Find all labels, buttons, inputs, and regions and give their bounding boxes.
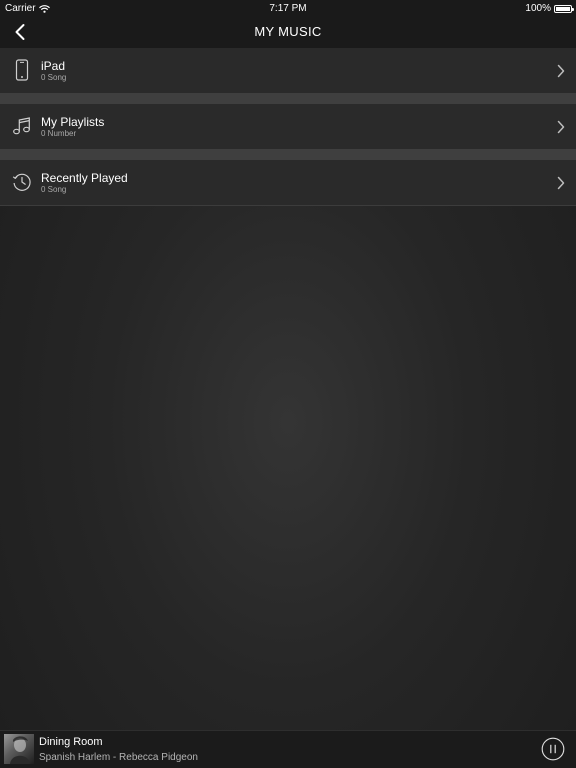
clock-icon [10,170,34,194]
now-playing-bar[interactable]: Dining Room Spanish Harlem - Rebecca Pid… [0,730,576,768]
navigation-bar: MY MUSIC [0,16,576,48]
list-item-recently-played[interactable]: Recently Played 0 Song [0,160,576,206]
list-item-subtitle: 0 Song [41,73,67,82]
battery-percent: 100% [525,3,551,14]
status-bar: Carrier 7:17 PM 100% [0,0,576,16]
pause-button[interactable] [541,737,565,761]
music-source-list: iPad 0 Song My Playlists 0 Number Recent… [0,48,576,206]
list-item-title: iPad [41,59,66,73]
page-title: MY MUSIC [254,24,322,39]
tablet-icon [10,58,34,82]
chevron-right-icon [557,120,565,134]
pause-icon [541,737,565,761]
section-separator [0,149,576,160]
list-item-subtitle: 0 Song [41,185,67,194]
status-battery: 100% [525,3,574,14]
list-item-title: My Playlists [41,115,105,129]
app-screen: Carrier 7:17 PM 100% MY MUSIC iPad 0 Son… [0,0,576,768]
music-note-icon [10,114,34,138]
list-item-ipad[interactable]: iPad 0 Song [0,48,576,93]
status-time: 7:17 PM [269,3,307,14]
section-separator [0,93,576,104]
battery-fill [556,6,570,11]
list-item-subtitle: 0 Number [41,129,77,138]
battery-icon [554,4,574,13]
list-item-title: Recently Played [41,171,128,185]
chevron-right-icon [557,64,565,78]
list-item-my-playlists[interactable]: My Playlists 0 Number [0,104,576,149]
chevron-right-icon [557,176,565,190]
now-playing-room: Dining Room [39,736,103,748]
now-playing-track: Spanish Harlem - Rebecca Pidgeon [39,752,198,763]
album-art[interactable] [4,734,34,764]
